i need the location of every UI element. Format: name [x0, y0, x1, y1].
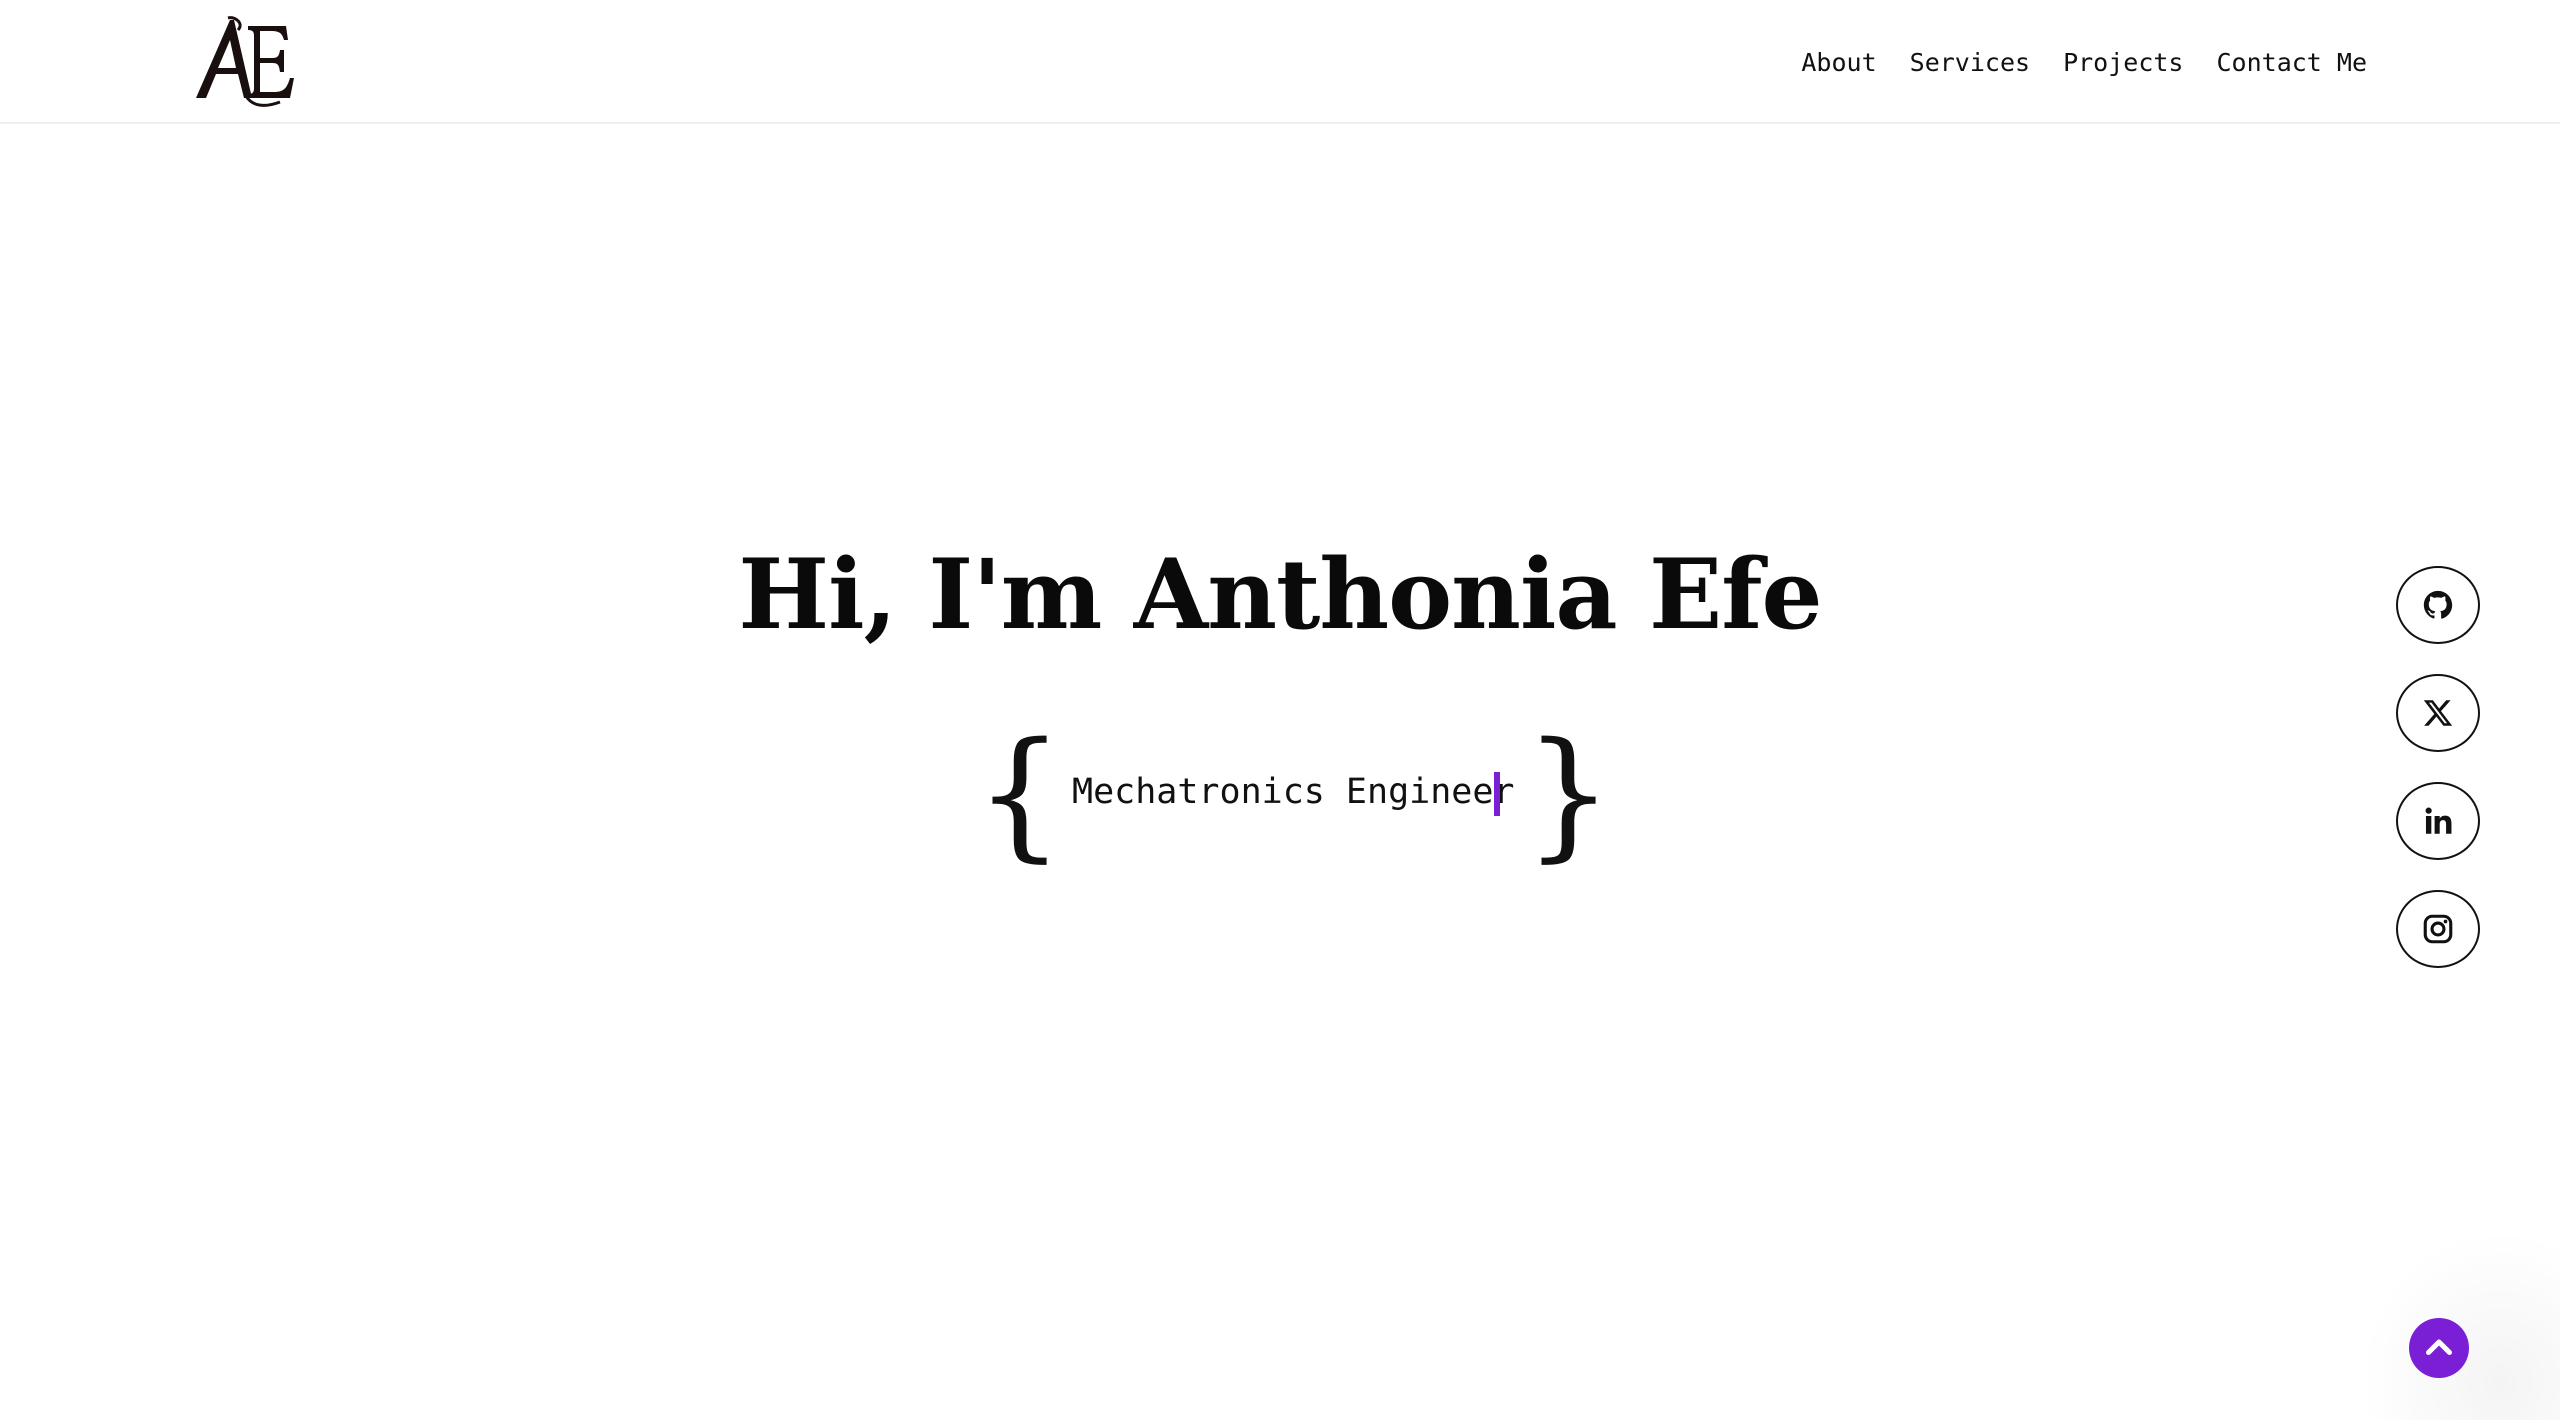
scroll-glow: [2360, 1230, 2560, 1420]
logo-monogram-icon: [196, 16, 294, 107]
logo[interactable]: [190, 12, 300, 108]
chevron-up-icon: [2425, 1339, 2453, 1356]
x-twitter-link[interactable]: [2396, 674, 2480, 752]
site-header: About Services Projects Contact Me: [0, 0, 2560, 124]
role-typewriter: { Mechatronics Engineer }: [0, 720, 2560, 870]
instagram-link[interactable]: [2396, 890, 2480, 968]
github-link[interactable]: [2396, 566, 2480, 644]
linkedin-icon: [2425, 807, 2452, 834]
nav-projects[interactable]: Projects: [2063, 48, 2183, 77]
nav-services[interactable]: Services: [1910, 48, 2030, 77]
github-icon: [2423, 590, 2453, 619]
role-text: Mechatronics Engineer: [1072, 772, 1515, 812]
linkedin-link[interactable]: [2396, 782, 2480, 860]
instagram-icon: [2423, 914, 2453, 944]
main-nav: About Services Projects Contact Me: [1801, 0, 2367, 124]
brace-open: {: [975, 713, 1065, 876]
nav-contact-me[interactable]: Contact Me: [2216, 48, 2367, 77]
hero-title: Hi, I'm Anthonia Efe: [738, 538, 1822, 651]
nav-about[interactable]: About: [1801, 48, 1876, 77]
x-twitter-icon: [2423, 700, 2453, 726]
brace-close: }: [1524, 713, 1614, 876]
typing-cursor: [1494, 772, 1500, 816]
scroll-to-top-button[interactable]: [2409, 1318, 2469, 1378]
